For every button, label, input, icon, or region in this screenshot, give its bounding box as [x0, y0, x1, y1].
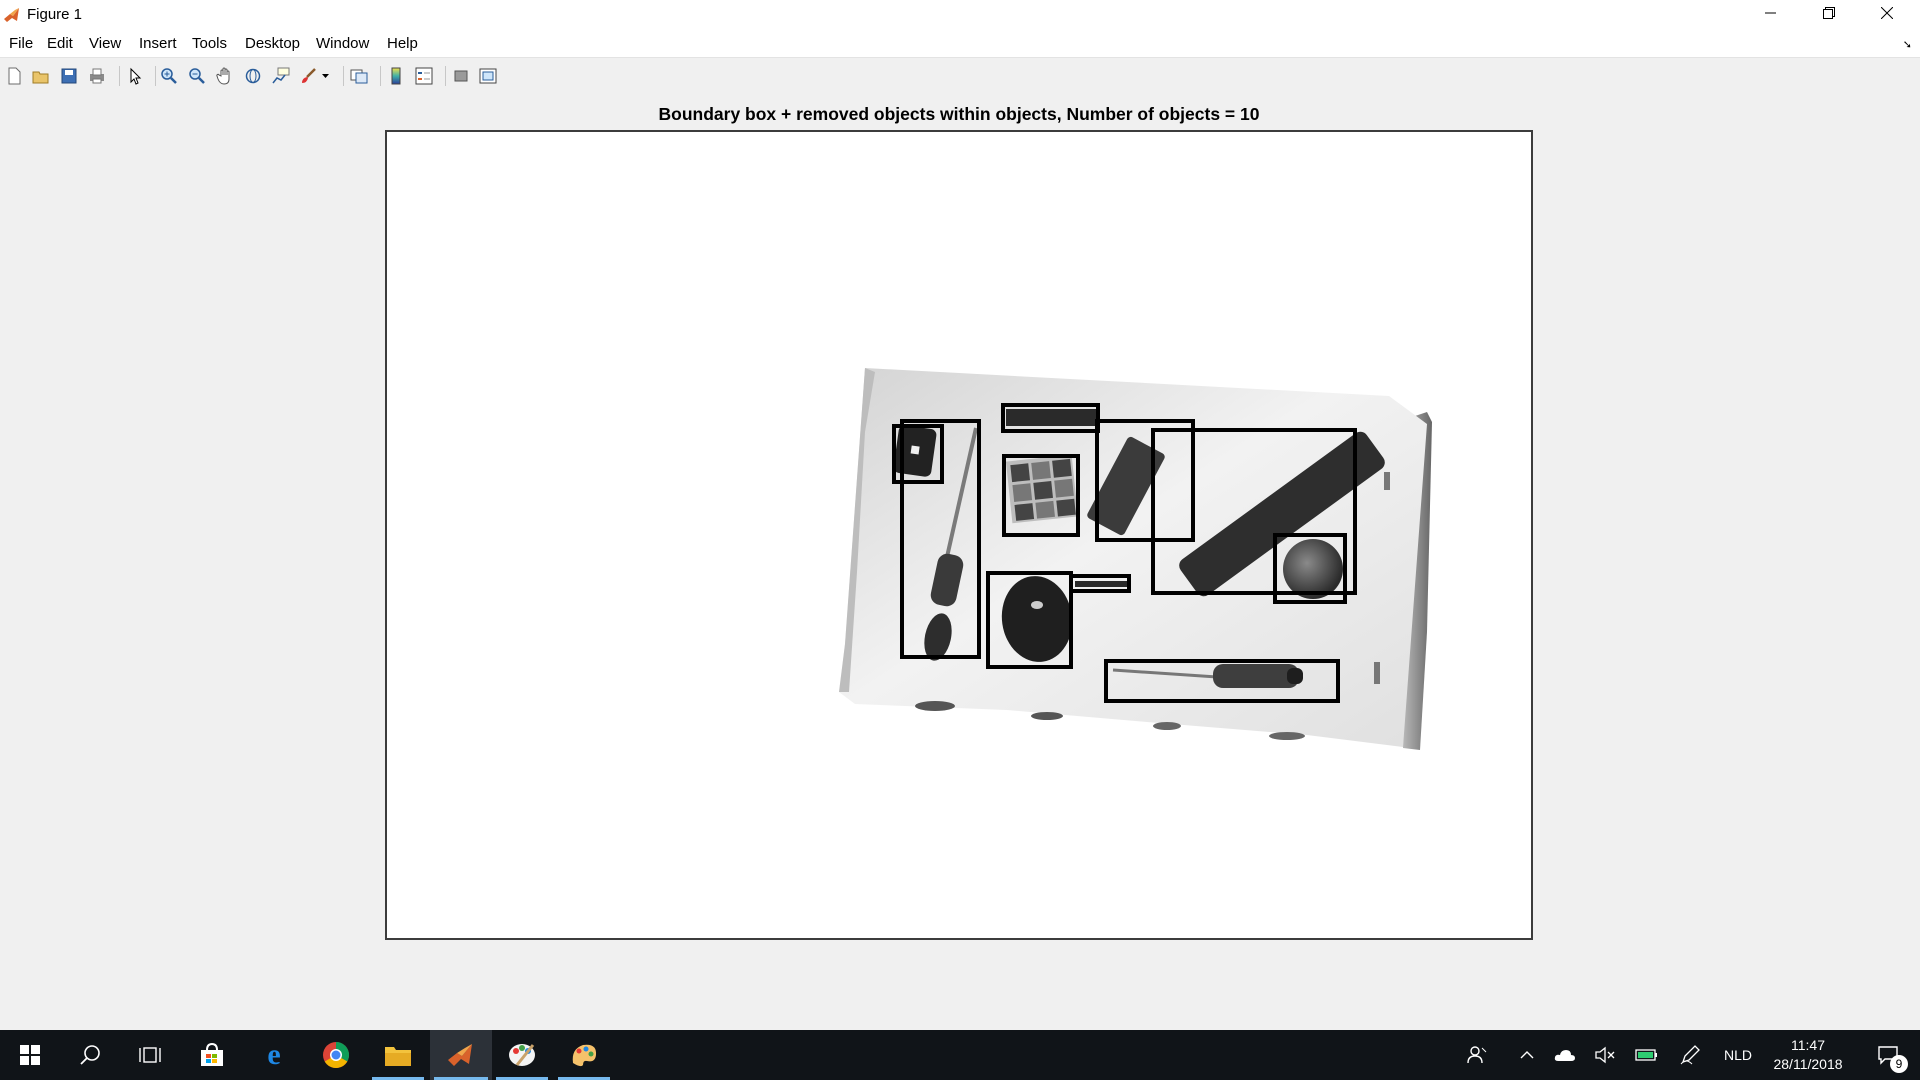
edge-icon[interactable]: e	[244, 1030, 304, 1080]
close-button[interactable]	[1858, 0, 1916, 30]
task-view-icon[interactable]	[120, 1030, 180, 1080]
figure-toolbar	[0, 59, 1920, 92]
menu-desktop[interactable]: Desktop	[245, 35, 300, 52]
dock-arrow-icon[interactable]: ➘	[1903, 38, 1912, 51]
labeled-image	[839, 368, 1432, 750]
toolbar-separator	[380, 66, 381, 86]
volume-muted-icon[interactable]	[1590, 1030, 1620, 1080]
save-icon[interactable]	[57, 64, 81, 88]
pen-workspace-icon[interactable]	[1676, 1030, 1706, 1080]
restore-button[interactable]	[1800, 0, 1858, 30]
notification-center-icon[interactable]: 9	[1864, 1030, 1912, 1080]
people-icon[interactable]	[1462, 1030, 1492, 1080]
clock-time: 11:47	[1791, 1037, 1825, 1053]
cube-grid	[1005, 454, 1079, 524]
onedrive-icon[interactable]	[1550, 1030, 1580, 1080]
title-bar: Figure 1	[0, 0, 1920, 30]
menu-insert[interactable]: Insert	[139, 35, 177, 52]
pointer-icon[interactable]	[123, 64, 147, 88]
menu-bar: File Edit View Insert Tools Desktop Wind…	[0, 30, 1920, 58]
menu-edit[interactable]: Edit	[47, 35, 73, 52]
menu-tools[interactable]: Tools	[192, 35, 227, 52]
file-explorer-icon[interactable]	[368, 1030, 428, 1080]
chrome-icon[interactable]	[306, 1030, 366, 1080]
new-figure-icon[interactable]	[2, 64, 26, 88]
toolbar-separator	[119, 66, 120, 86]
open-file-icon[interactable]	[29, 64, 53, 88]
toolbar-separator	[343, 66, 344, 86]
menu-window[interactable]: Window	[316, 35, 369, 52]
brush-icon[interactable]	[297, 64, 321, 88]
restore-icon	[1823, 6, 1835, 24]
zoom-out-icon[interactable]	[185, 64, 209, 88]
windows-taskbar: e NLD 11:47 28/11/2018 9	[0, 1030, 1920, 1080]
matlab-icon[interactable]	[3, 6, 21, 24]
language-label: NLD	[1723, 1047, 1752, 1063]
window-title: Figure 1	[27, 6, 83, 23]
menu-view[interactable]: View	[89, 35, 121, 52]
pan-hand-icon[interactable]	[213, 64, 237, 88]
paint-app-icon[interactable]	[492, 1030, 552, 1080]
menu-help[interactable]: Help	[387, 35, 418, 52]
minimize-icon	[1765, 6, 1777, 24]
link-plot-icon[interactable]	[347, 64, 371, 88]
zoom-in-icon[interactable]	[157, 64, 181, 88]
edge-glyph: e	[267, 1038, 281, 1071]
start-icon[interactable]	[0, 1030, 60, 1080]
menu-file[interactable]: File	[9, 35, 33, 52]
language-indicator[interactable]: NLD	[1716, 1030, 1760, 1080]
toolbar-separator	[445, 66, 446, 86]
image-axes[interactable]	[385, 130, 1533, 940]
search-icon[interactable]	[60, 1030, 120, 1080]
paint-3d-icon[interactable]	[554, 1030, 614, 1080]
toolbar-separator	[155, 66, 156, 86]
hide-plot-tools-icon[interactable]	[449, 64, 473, 88]
legend-icon[interactable]	[412, 64, 436, 88]
chevron-up-icon[interactable]	[1512, 1030, 1542, 1080]
clock[interactable]: 11:47 28/11/2018	[1760, 1036, 1856, 1074]
notification-badge: 9	[1890, 1055, 1908, 1073]
close-icon	[1880, 6, 1894, 24]
matlab-taskbar-icon[interactable]	[430, 1030, 492, 1080]
rotate-3d-icon[interactable]	[241, 64, 265, 88]
brush-dropdown-icon[interactable]	[320, 64, 332, 88]
show-plot-tools-icon[interactable]	[476, 64, 500, 88]
store-icon[interactable]	[182, 1030, 242, 1080]
clock-date: 28/11/2018	[1773, 1056, 1843, 1072]
data-cursor-icon[interactable]	[269, 64, 293, 88]
colorbar-icon[interactable]	[384, 64, 408, 88]
figure-title: Boundary box + removed objects within ob…	[658, 104, 1260, 124]
battery-icon[interactable]	[1632, 1030, 1662, 1080]
print-icon[interactable]	[85, 64, 109, 88]
minimize-button[interactable]	[1742, 0, 1800, 30]
